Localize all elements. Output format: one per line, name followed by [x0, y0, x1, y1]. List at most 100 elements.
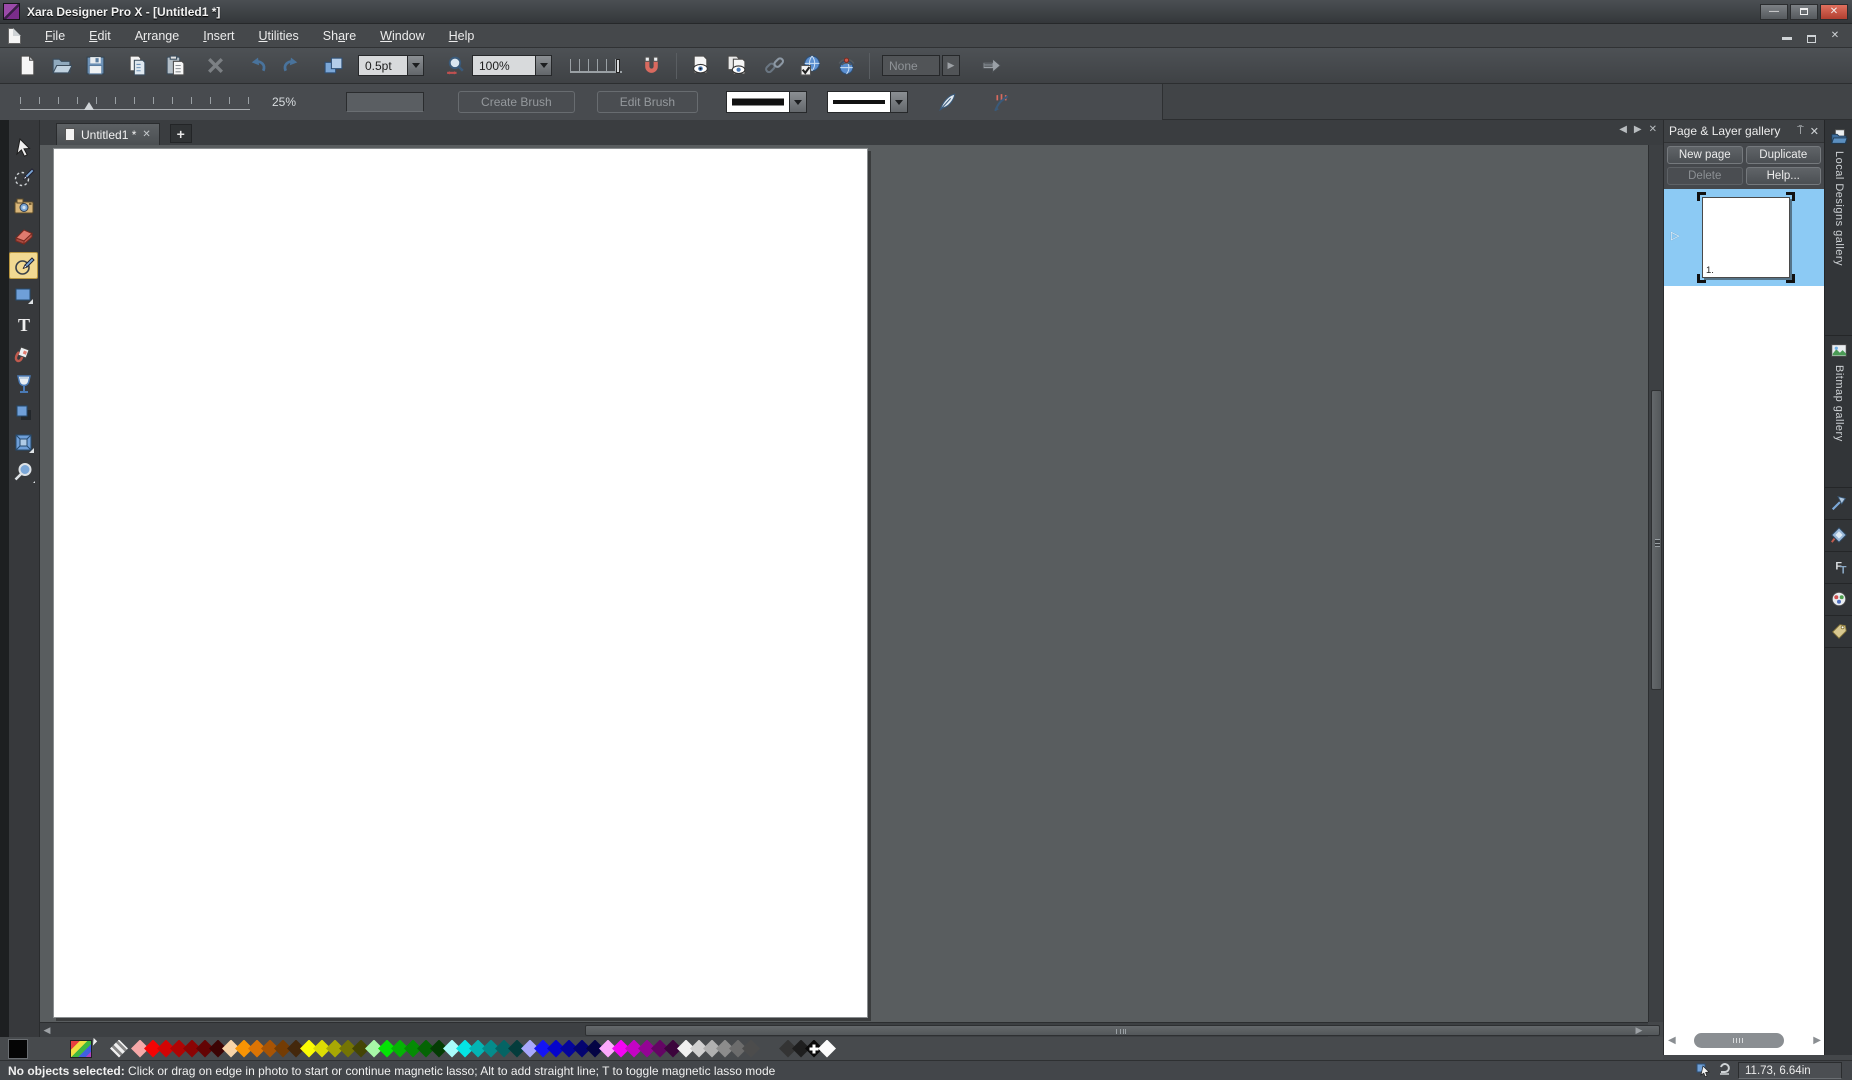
vertical-scrollbar[interactable] — [1648, 145, 1663, 1022]
white-color-swatch[interactable] — [818, 1040, 836, 1058]
zoom-level-combo[interactable]: 100% — [472, 55, 552, 76]
scrollbar-track[interactable] — [1682, 1033, 1807, 1048]
scroll-right-arrow-icon[interactable]: ▶ — [1807, 1035, 1821, 1046]
freehand-paint-tool[interactable] — [9, 164, 38, 191]
smoothing-slider[interactable] — [20, 94, 250, 110]
freehand-pen-button[interactable] — [932, 87, 962, 117]
current-color-swatch[interactable] — [8, 1039, 28, 1059]
feather-slider-handle[interactable] — [616, 59, 620, 73]
save-button[interactable] — [80, 51, 110, 81]
delete-button[interactable] — [200, 51, 230, 81]
magnetic-lasso-tool[interactable] — [9, 252, 38, 279]
line-width-combo[interactable]: 0.5pt — [358, 55, 424, 76]
smoothing-slider-handle[interactable] — [84, 102, 94, 110]
preview-page-button[interactable] — [685, 51, 715, 81]
tab-close-icon[interactable]: ✕ — [142, 129, 150, 140]
line-width-dropdown-button[interactable] — [407, 56, 423, 75]
gallery-tab-bitmap-image[interactable]: Bitmap gallery — [1825, 338, 1852, 488]
page-list[interactable]: ▷ 1. ◀ ▶ — [1664, 189, 1825, 1055]
mdi-minimize-button[interactable]: ▬ — [1778, 29, 1796, 43]
color-editor-icon[interactable] — [70, 1040, 92, 1058]
help-button[interactable]: Help... — [1746, 167, 1822, 185]
gallery-header[interactable]: Page & Layer gallery ⍑ ✕ — [1664, 120, 1824, 143]
no-color-swatch[interactable] — [110, 1040, 128, 1058]
menu-utilities[interactable]: Utilities — [246, 26, 310, 46]
redo-button[interactable] — [276, 51, 306, 81]
pressure-profile-button[interactable] — [986, 87, 1016, 117]
snap-to-objects-button[interactable] — [636, 51, 666, 81]
publish-website-button[interactable] — [831, 51, 861, 81]
selector-tool[interactable] — [9, 134, 38, 161]
pin-icon[interactable]: ⍑ — [1797, 125, 1804, 138]
gallery-tab-line-gallery[interactable] — [1825, 490, 1852, 520]
horizontal-scrollbar[interactable]: ◀ ▶ — [40, 1022, 1648, 1037]
scroll-left-icon[interactable]: ◀ — [1619, 124, 1627, 135]
page-thumbnail[interactable]: 1. — [1702, 197, 1790, 278]
scroll-right-arrow-icon[interactable]: ▶ — [1632, 1025, 1646, 1036]
hyperlink-button[interactable] — [759, 51, 789, 81]
new-tab-button[interactable]: + — [170, 124, 192, 143]
scroll-left-arrow-icon[interactable]: ◀ — [40, 1025, 54, 1036]
gallery-horizontal-scrollbar[interactable]: ◀ ▶ — [1668, 1032, 1821, 1049]
scrollbar-thumb[interactable] — [1694, 1033, 1784, 1048]
menu-edit[interactable]: Edit — [77, 26, 123, 46]
open-file-button[interactable] — [46, 51, 76, 81]
rectangle-tool[interactable] — [9, 282, 38, 309]
bevel-tool[interactable] — [9, 429, 38, 456]
canvas-area[interactable] — [40, 145, 1648, 1022]
preview-website-button[interactable] — [721, 51, 751, 81]
expander-triangle-icon[interactable]: ▷ — [1671, 229, 1679, 242]
vertical-scrollbar-thumb[interactable] — [1651, 390, 1662, 690]
horizontal-scrollbar-thumb[interactable] — [585, 1025, 1660, 1036]
copy-button[interactable] — [122, 51, 152, 81]
gallery-close-icon[interactable]: ✕ — [1649, 124, 1657, 135]
gallery-tab-fonts-gallery[interactable]: FT — [1825, 554, 1852, 584]
paste-button[interactable] — [160, 51, 190, 81]
edit-brush-button[interactable]: Edit Brush — [597, 91, 698, 113]
menu-window[interactable]: Window — [368, 26, 436, 46]
website-check-button[interactable] — [795, 51, 825, 81]
close-button[interactable]: ✕ — [1820, 4, 1848, 20]
export-button[interactable] — [976, 51, 1006, 81]
transparency-tool[interactable] — [9, 370, 38, 397]
gallery-tab-fill-gallery[interactable] — [1825, 522, 1852, 552]
color-swatch[interactable] — [742, 1040, 760, 1058]
brush-style-dropdown-button[interactable] — [890, 92, 907, 112]
tab-untitled1[interactable]: Untitled1 * ✕ — [56, 123, 160, 145]
menu-help[interactable]: Help — [437, 26, 487, 46]
mdi-restore-button[interactable] — [1802, 29, 1820, 43]
gallery-tab-designs-folder[interactable]: Local Designs gallery — [1825, 124, 1852, 336]
fill-tool[interactable] — [9, 341, 38, 368]
mdi-close-button[interactable]: ✕ — [1826, 29, 1844, 43]
preset-play-button[interactable]: ▶ — [942, 55, 960, 76]
menu-insert[interactable]: Insert — [191, 26, 246, 46]
menu-arrange[interactable]: Arrange — [123, 26, 192, 46]
shadow-tool[interactable] — [9, 400, 38, 427]
gallery-tab-clipart-gallery[interactable] — [1825, 586, 1852, 616]
zoom-level-dropdown-button[interactable] — [535, 56, 551, 75]
page-row-selected[interactable]: ▷ 1. — [1664, 189, 1825, 286]
eraser-tool[interactable] — [9, 223, 38, 250]
brush-style-combo[interactable] — [827, 91, 908, 113]
photo-tool[interactable] — [9, 193, 38, 220]
brush-name-field[interactable] — [346, 92, 424, 112]
restore-button[interactable] — [1790, 4, 1818, 20]
undo-button[interactable] — [242, 51, 272, 81]
document-page[interactable] — [53, 148, 868, 1018]
menu-file[interactable]: File — [33, 26, 77, 46]
new-page-button[interactable]: New page — [1667, 146, 1743, 164]
duplicate-button[interactable] — [318, 51, 348, 81]
duplicate-button[interactable]: Duplicate — [1746, 146, 1822, 164]
document-icon[interactable] — [8, 28, 21, 44]
gallery-tab-names-gallery[interactable] — [1825, 618, 1852, 648]
stroke-shape-combo[interactable] — [726, 91, 807, 113]
create-brush-button[interactable]: Create Brush — [458, 91, 575, 113]
zoom-tool[interactable] — [9, 459, 38, 486]
stroke-shape-dropdown-button[interactable] — [789, 92, 806, 112]
scroll-left-arrow-icon[interactable]: ◀ — [1668, 1035, 1682, 1046]
scroll-right-icon[interactable]: ▶ — [1634, 124, 1642, 135]
close-icon[interactable]: ✕ — [1810, 125, 1819, 138]
feather-slider[interactable] — [570, 59, 622, 73]
minimize-button[interactable]: — — [1760, 4, 1788, 20]
zoom-tool-button[interactable] — [440, 51, 470, 81]
